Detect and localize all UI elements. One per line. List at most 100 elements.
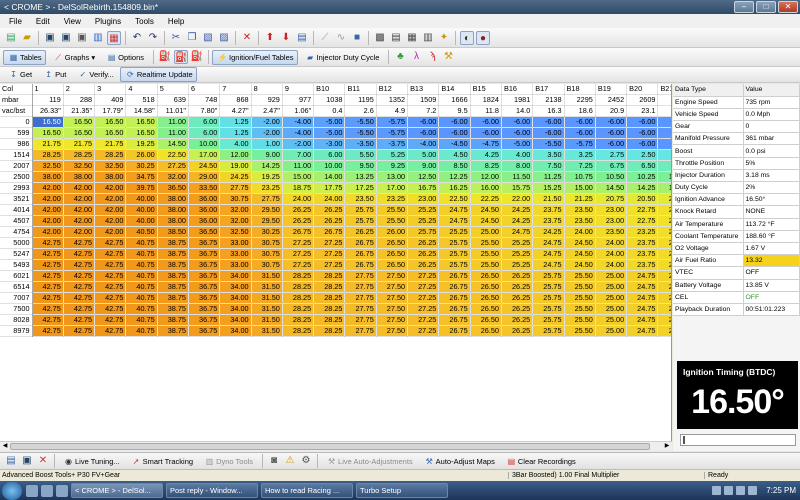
datalog-column-header[interactable]: Data Type	[673, 84, 744, 97]
fuel-map-icon[interactable]: ⛽	[174, 50, 189, 64]
table-cell[interactable]: 26.75	[282, 226, 315, 239]
table-cell[interactable]: 38.00	[32, 171, 64, 184]
table-cell[interactable]: -6.00	[626, 127, 659, 140]
table-cell[interactable]: 36.50	[188, 226, 221, 239]
table-cell[interactable]: 24.75	[532, 248, 565, 261]
table-cell[interactable]: 38.00	[157, 204, 189, 217]
table-cell[interactable]: 23.75	[626, 237, 659, 250]
datalog-new-icon[interactable]: ▤	[4, 454, 18, 468]
table-cell[interactable]: -6.00	[532, 116, 565, 129]
table-cell[interactable]: 42.75	[63, 325, 96, 338]
table-cell[interactable]: 38.75	[157, 292, 189, 305]
table-cell[interactable]: 30.75	[219, 193, 252, 206]
table-cell[interactable]: 26.75	[438, 292, 471, 305]
table-cell[interactable]: -2.00	[251, 116, 283, 129]
table-cell[interactable]: 24.50	[657, 270, 671, 283]
table-cell[interactable]: 27.25	[407, 292, 440, 305]
table-cell[interactable]: 27.75	[344, 303, 377, 316]
table-cell[interactable]: 34.00	[219, 270, 252, 283]
table-cell[interactable]: 25.75	[532, 292, 565, 305]
task-post-reply[interactable]: Post reply - Window...	[166, 483, 258, 498]
table-cell[interactable]: 24.25	[501, 215, 534, 228]
scroll-thumb[interactable]	[10, 443, 650, 450]
table-cell[interactable]: 16.50	[94, 116, 127, 129]
table-cell[interactable]: -5.75	[376, 127, 409, 140]
table-cell[interactable]: 24.00	[564, 226, 596, 239]
table-cell[interactable]: 22.50	[438, 193, 471, 206]
lambda-icon[interactable]: λ	[409, 50, 423, 64]
table-cell[interactable]: -5.50	[344, 116, 377, 129]
table-cell[interactable]: 28.25	[282, 270, 315, 283]
table-cell[interactable]: 6.25	[657, 160, 671, 173]
table-cell[interactable]: 27.50	[376, 270, 409, 283]
table-cell[interactable]: 27.50	[376, 303, 409, 316]
table-cell[interactable]: 14.25	[626, 182, 659, 195]
table-cell[interactable]: 25.25	[501, 259, 534, 272]
table-cell[interactable]: 17.00	[376, 182, 409, 195]
table-cell[interactable]: -6.00	[438, 116, 471, 129]
table-cell[interactable]: 9.00	[407, 160, 440, 173]
table-cell[interactable]: 23.00	[595, 215, 628, 228]
table-cell[interactable]: 24.75	[626, 303, 659, 316]
open-folder-icon[interactable]: ▰	[20, 31, 34, 45]
table-cell[interactable]: 26.50	[470, 325, 502, 338]
table-cell[interactable]: 28.25	[63, 149, 96, 162]
table-cell[interactable]: 4.00	[501, 149, 534, 162]
table-cell[interactable]: 36.75	[188, 292, 221, 305]
scroll-left-icon[interactable]: ◀	[0, 442, 10, 451]
table-cell[interactable]: 26.25	[501, 314, 534, 327]
table-cell[interactable]: 38.75	[157, 303, 189, 316]
table-cell[interactable]: 31.50	[251, 314, 283, 327]
table-cell[interactable]: 40.75	[125, 259, 158, 272]
table-cell[interactable]: 16.50	[94, 127, 127, 140]
table-cell[interactable]: 25.00	[595, 292, 628, 305]
table-cell[interactable]: -6.00	[595, 127, 628, 140]
table-cell[interactable]: 32.50	[32, 160, 64, 173]
table-cell[interactable]: 25.50	[470, 248, 502, 261]
table-cell[interactable]: 14.25	[251, 160, 283, 173]
table-cell[interactable]: 27.50	[376, 325, 409, 338]
table-cell[interactable]: 27.25	[407, 325, 440, 338]
table-cell[interactable]: 25.00	[595, 270, 628, 283]
table-cell[interactable]: -5.00	[313, 127, 346, 140]
table-cell[interactable]: 40.00	[125, 215, 158, 228]
table-cell[interactable]: 26.75	[313, 226, 346, 239]
table-cell[interactable]: 30.25	[251, 226, 283, 239]
table-cell[interactable]: 15.00	[282, 171, 315, 184]
table-cell[interactable]: 42.00	[94, 226, 127, 239]
table-cell[interactable]: 25.75	[344, 204, 377, 217]
table-cell[interactable]: 24.25	[219, 171, 252, 184]
disable-lambda-icon[interactable]: ϡ	[425, 50, 439, 64]
table-cell[interactable]: 40.00	[125, 193, 158, 206]
table-cell[interactable]: 25.75	[532, 314, 565, 327]
tree-icon[interactable]: ♣	[393, 50, 407, 64]
datalog-close-icon[interactable]: ✕	[36, 454, 50, 468]
table-cell[interactable]: 25.00	[595, 303, 628, 316]
table-cell[interactable]: 3.50	[532, 149, 565, 162]
table-cell[interactable]: 25.50	[470, 237, 502, 250]
table-cell[interactable]: 23.50	[344, 193, 377, 206]
table-cell[interactable]: 36.75	[188, 281, 221, 294]
table-cell[interactable]: 4.00	[219, 138, 252, 151]
table-cell[interactable]: 23.50	[657, 248, 671, 261]
table-cell[interactable]: 28.25	[313, 303, 346, 316]
table-cell[interactable]: -4.75	[470, 138, 502, 151]
table-cell[interactable]: 26.75	[438, 281, 471, 294]
table-cell[interactable]: 14.50	[595, 182, 628, 195]
menu-plugins[interactable]: Plugins	[88, 17, 128, 26]
table-cell[interactable]: 42.75	[94, 292, 127, 305]
increase-icon[interactable]: ⬆	[263, 31, 277, 45]
connect-icon[interactable]: ◐	[460, 30, 474, 45]
table-cell[interactable]: -6.00	[407, 116, 440, 129]
table-cell[interactable]: 26.50	[470, 270, 502, 283]
table-cell[interactable]: 25.50	[470, 259, 502, 272]
table-cell[interactable]: 22.25	[470, 193, 502, 206]
table-cell[interactable]: 42.00	[94, 215, 127, 228]
table-cell[interactable]: 16.75	[407, 182, 440, 195]
table-cell[interactable]: 25.75	[344, 215, 377, 228]
table-cell[interactable]: -3.75	[376, 138, 409, 151]
emulator-icon[interactable]: ▦	[107, 30, 121, 45]
table-cell[interactable]: 22.50	[657, 215, 671, 228]
table-cell[interactable]: 40.75	[125, 325, 158, 338]
table-cell[interactable]: 25.50	[564, 270, 596, 283]
